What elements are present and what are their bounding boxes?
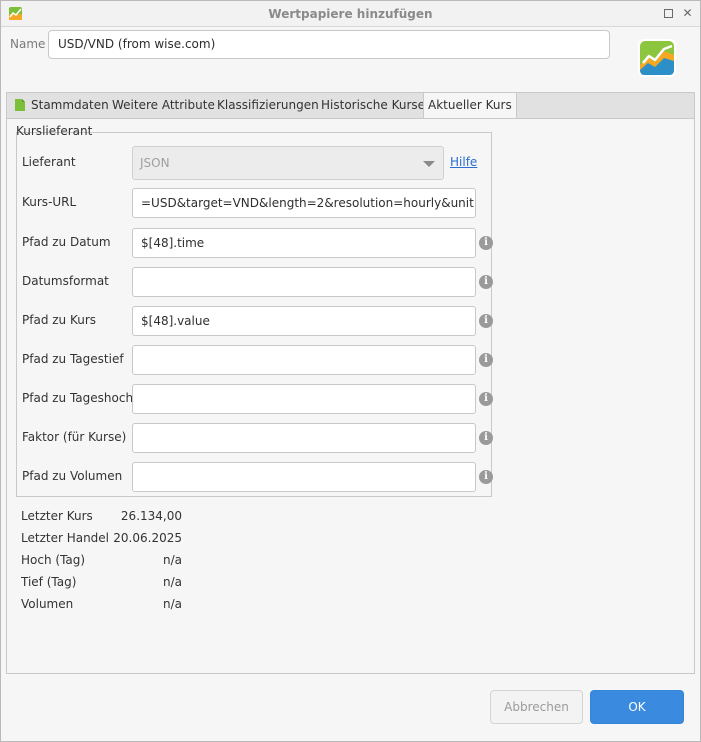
field-label-datumsformat: Datumsformat [22,274,109,288]
faktor-input[interactable] [132,423,476,453]
info-icon[interactable]: i [479,470,493,484]
name-input[interactable]: USD/VND (from wise.com) [48,30,610,59]
maximize-button[interactable] [662,7,675,20]
info-icon[interactable]: i [479,353,493,367]
summary-value: n/a [162,553,182,567]
summary-value: 26.134,00 [120,509,182,523]
summary-label: Volumen [21,597,74,611]
field-label-pfad-volumen: Pfad zu Volumen [22,469,123,483]
dialog-window: Wertpapiere hinzufügen ✕ Name USD/VND (f… [0,0,701,742]
close-icon: ✕ [682,6,693,20]
help-link[interactable]: Hilfe [450,155,477,169]
tab-label: Weitere Attribute [112,98,215,112]
field-label-kurs-url: Kurs-URL [22,195,77,209]
provider-select[interactable]: JSON [132,146,444,180]
summary-value: 20.06.2025 [113,531,182,545]
summary-value: n/a [162,575,182,589]
document-icon [15,99,25,111]
pfad-kurs-input[interactable]: $[48].value [132,306,476,336]
tab-aktueller-kurs[interactable]: Aktueller Kurs [423,93,517,119]
tab-label: Stammdaten [31,98,109,112]
ok-button[interactable]: OK [590,690,684,724]
tab-bar: Stammdaten Weitere Attribute Klassifizie… [6,92,695,119]
info-icon[interactable]: i [479,392,493,406]
tab-label: Historische Kurse [321,98,426,112]
close-button[interactable]: ✕ [681,7,694,20]
title-bar[interactable]: Wertpapiere hinzufügen ✕ [1,1,700,27]
summary-label: Letzter Kurs [21,509,93,523]
field-label-pfad-tagestief: Pfad zu Tagestief [22,352,124,366]
summary-value: n/a [162,597,182,611]
pfad-volumen-input[interactable] [132,462,476,492]
field-label-pfad-tageshoch: Pfad zu Tageshoch [22,391,134,405]
summary-label: Letzter Handel [21,531,110,545]
provider-group-title: Kurslieferant [16,124,93,138]
window-title: Wertpapiere hinzufügen [268,7,433,21]
summary-label: Tief (Tag) [21,575,77,589]
tab-label: Klassifizierungen [217,98,319,112]
field-label-pfad-datum: Pfad zu Datum [22,235,111,249]
cancel-button[interactable]: Abbrechen [490,690,583,724]
summary-label: Hoch (Tag) [21,553,86,567]
info-icon[interactable]: i [479,314,493,328]
provider-label: Lieferant [22,155,76,169]
info-icon[interactable]: i [479,431,493,445]
portfolio-logo-icon [638,39,676,77]
pfad-datum-input[interactable]: $[48].time [132,228,476,258]
chevron-down-icon [423,161,435,167]
tab-stammdaten[interactable]: Stammdaten [11,93,113,118]
pfad-tageshoch-input[interactable] [132,384,476,414]
tab-klassifizierungen[interactable]: Klassifizierungen [213,93,323,118]
name-label: Name [10,37,46,51]
provider-select-value: JSON [140,156,170,170]
tab-label: Aktueller Kurs [428,98,512,112]
info-icon[interactable]: i [479,236,493,250]
info-icon[interactable]: i [479,275,493,289]
kurs-url-input[interactable]: =USD&target=VND&length=2&resolution=hour… [132,188,476,218]
tab-historische-kurse[interactable]: Historische Kurse [317,93,429,118]
field-label-pfad-kurs: Pfad zu Kurs [22,313,97,327]
tab-weitere-attribute[interactable]: Weitere Attribute [108,93,219,118]
datumsformat-input[interactable] [132,267,476,297]
pfad-tagestief-input[interactable] [132,345,476,375]
field-label-faktor: Faktor (für Kurse) [22,430,127,444]
maximize-icon [664,9,673,18]
